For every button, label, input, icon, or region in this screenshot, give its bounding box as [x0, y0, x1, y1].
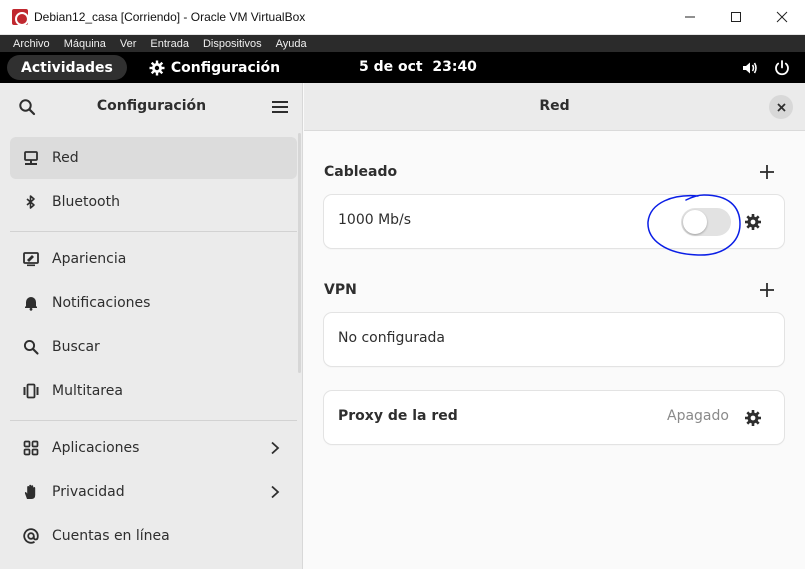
host-window-titlebar: Debian12_casa [Corriendo] - Oracle VM Vi…	[0, 0, 805, 35]
sidebar-item-label: Multitarea	[52, 383, 123, 399]
sidebar-item-multitarea[interactable]: Multitarea	[10, 370, 297, 412]
gear-icon	[149, 60, 165, 75]
sidebar-item-label: Apariencia	[52, 251, 127, 267]
wired-toggle-switch[interactable]	[681, 208, 731, 236]
sidebar: Configuración Red Bluetooth Apariencia N…	[0, 83, 303, 569]
system-tray[interactable]	[727, 59, 791, 77]
sidebar-item-label: Red	[52, 150, 79, 166]
at-sign-icon	[23, 528, 39, 544]
virtualbox-logo-icon	[12, 9, 29, 26]
menu-ver[interactable]: Ver	[120, 38, 137, 50]
proxy-status: Apagado	[667, 408, 729, 424]
sidebar-item-label: Bluetooth	[52, 194, 120, 210]
proxy-row[interactable]: Proxy de la red Apagado	[324, 391, 784, 444]
multitasking-icon	[23, 383, 39, 399]
virtualbox-menubar: Archivo Máquina Ver Entrada Dispositivos…	[0, 35, 805, 52]
sidebar-scrollbar[interactable]	[298, 133, 301, 373]
volume-icon	[743, 62, 757, 73]
network-wired-icon	[23, 150, 39, 166]
menu-entrada[interactable]: Entrada	[150, 38, 189, 50]
bluetooth-icon	[23, 194, 39, 210]
minimize-icon	[685, 16, 695, 18]
vpn-section-title: VPN	[324, 282, 357, 298]
add-wired-button[interactable]	[759, 164, 775, 180]
sidebar-item-red[interactable]: Red	[10, 137, 297, 179]
sidebar-item-notificaciones[interactable]: Notificaciones	[10, 282, 297, 324]
minimize-button[interactable]	[667, 0, 713, 35]
wired-section-title: Cableado	[324, 164, 398, 180]
vpn-empty-label: No configurada	[338, 330, 446, 346]
menu-archivo[interactable]: Archivo	[13, 38, 50, 50]
sidebar-item-label: Notificaciones	[52, 295, 151, 311]
sidebar-title: Configuración	[96, 98, 207, 114]
apps-grid-icon	[23, 440, 39, 456]
chevron-right-icon	[271, 485, 280, 499]
close-button[interactable]	[769, 95, 793, 119]
sidebar-item-cuentas-en-linea[interactable]: Cuentas en línea	[10, 515, 297, 557]
close-icon	[776, 11, 788, 23]
bell-icon	[23, 295, 39, 311]
menu-maquina[interactable]: Máquina	[64, 38, 106, 50]
close-icon	[776, 102, 786, 112]
appearance-icon	[23, 251, 39, 267]
wired-speed-label: 1000 Mb/s	[338, 212, 412, 228]
toggle-knob	[683, 210, 707, 234]
sidebar-item-aplicaciones[interactable]: Aplicaciones	[10, 427, 297, 469]
app-menu-label: Configuración	[170, 59, 281, 76]
wired-connection-card: 1000 Mb/s	[324, 195, 784, 248]
menu-ayuda[interactable]: Ayuda	[276, 38, 307, 50]
hamburger-menu-icon[interactable]	[271, 99, 289, 115]
settings-window: Configuración Red Bluetooth Apariencia N…	[0, 83, 805, 569]
hand-icon	[23, 484, 39, 500]
add-vpn-button[interactable]	[759, 282, 775, 298]
sidebar-separator	[10, 231, 297, 232]
sidebar-header: Configuración	[0, 83, 302, 131]
wired-settings-gear-icon[interactable]	[744, 213, 762, 231]
sidebar-item-privacidad[interactable]: Privacidad	[10, 471, 297, 513]
sidebar-separator	[10, 420, 297, 421]
clock[interactable]: 5 de oct 23:40	[359, 59, 477, 75]
page-title: Red	[539, 98, 570, 114]
sidebar-item-label: Buscar	[52, 339, 100, 355]
host-window-title: Debian12_casa [Corriendo] - Oracle VM Vi…	[34, 10, 306, 24]
sidebar-item-bluetooth[interactable]: Bluetooth	[10, 181, 297, 223]
sidebar-item-label: Aplicaciones	[52, 440, 140, 456]
vpn-card: No configurada	[324, 313, 784, 366]
proxy-label: Proxy de la red	[338, 408, 458, 424]
close-window-button[interactable]	[759, 0, 805, 35]
network-panel: Cableado 1000 Mb/s VPN No configurada Pr…	[304, 131, 805, 569]
power-icon	[775, 59, 789, 75]
maximize-icon	[731, 12, 741, 22]
sidebar-item-buscar[interactable]: Buscar	[10, 326, 297, 368]
gnome-topbar: Actividades Configuración 5 de oct 23:40	[0, 52, 805, 83]
chevron-right-icon	[271, 441, 280, 455]
content-header: Red	[304, 83, 805, 131]
sidebar-item-label: Privacidad	[52, 484, 125, 500]
sidebar-item-label: Cuentas en línea	[52, 528, 170, 544]
maximize-button[interactable]	[713, 0, 759, 35]
sidebar-item-apariencia[interactable]: Apariencia	[10, 238, 297, 280]
menu-dispositivos[interactable]: Dispositivos	[203, 38, 262, 50]
proxy-settings-gear-icon[interactable]	[744, 409, 762, 427]
activities-button[interactable]: Actividades	[7, 55, 127, 80]
app-menu[interactable]: Configuración	[149, 60, 280, 76]
search-icon	[23, 339, 39, 355]
